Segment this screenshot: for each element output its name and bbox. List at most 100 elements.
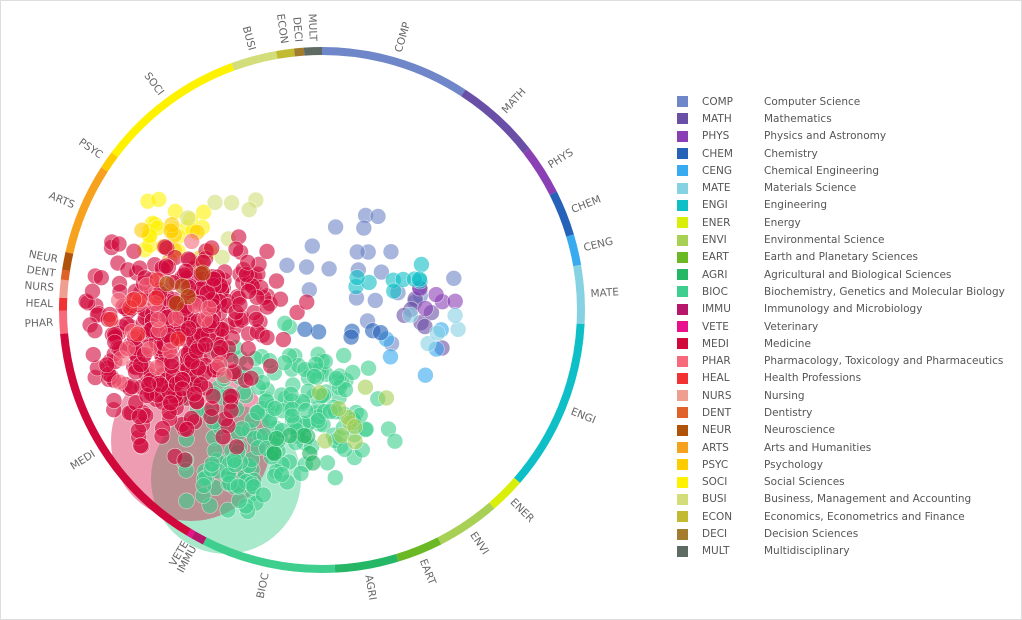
point-busi[interactable] — [240, 201, 258, 218]
point-bioc[interactable] — [195, 477, 212, 494]
point-medi[interactable] — [242, 369, 260, 387]
point-bioc[interactable] — [225, 452, 243, 469]
point-phar[interactable] — [183, 233, 200, 250]
point-phar[interactable] — [215, 367, 233, 385]
ring-segment-mate[interactable] — [573, 264, 585, 325]
point-medi[interactable] — [176, 451, 194, 469]
legend-item-mate[interactable]: MATE Materials Science — [677, 179, 1005, 196]
point-medi[interactable] — [239, 253, 256, 271]
point-bioc[interactable] — [319, 454, 336, 472]
point-phar[interactable] — [141, 341, 158, 358]
point-medi[interactable] — [162, 394, 179, 412]
point-comp[interactable] — [327, 218, 344, 236]
point-phys[interactable] — [417, 300, 434, 317]
ring-segment-engi[interactable] — [514, 323, 585, 484]
legend-item-dent[interactable]: DENT Dentistry — [677, 404, 1005, 421]
point-heal[interactable] — [169, 330, 187, 348]
point-medi[interactable] — [93, 269, 110, 287]
point-medi[interactable] — [204, 387, 222, 405]
point-neur[interactable] — [158, 275, 176, 293]
point-medi[interactable] — [85, 346, 102, 363]
point-medi[interactable] — [132, 437, 149, 454]
ring-segment-dent[interactable] — [60, 269, 71, 281]
point-medi[interactable] — [228, 438, 245, 456]
ring-segment-ceng[interactable] — [566, 234, 582, 267]
point-bioc[interactable] — [255, 486, 272, 504]
point-medi[interactable] — [177, 262, 195, 280]
point-bioc[interactable] — [266, 400, 284, 417]
point-comp[interactable] — [382, 243, 400, 260]
point-ceng[interactable] — [382, 348, 399, 366]
point-neur[interactable] — [194, 264, 212, 282]
ring-segment-comp[interactable] — [321, 47, 466, 97]
ring-segment-econ[interactable] — [276, 48, 295, 59]
point-comp[interactable] — [445, 269, 463, 287]
point-envi[interactable] — [316, 432, 334, 450]
point-medi[interactable] — [212, 339, 229, 356]
point-mate[interactable] — [449, 320, 467, 338]
point-bioc[interactable] — [386, 432, 404, 450]
point-bioc[interactable] — [231, 492, 248, 509]
point-ceng[interactable] — [417, 366, 434, 384]
point-agri[interactable] — [295, 427, 313, 444]
point-comp[interactable] — [303, 237, 321, 255]
ring-segment-envi[interactable] — [437, 502, 495, 545]
ring-segment-busi[interactable] — [231, 51, 278, 71]
point-phar[interactable] — [200, 299, 218, 317]
legend-item-immu[interactable]: IMMU Immunology and Microbiology — [677, 301, 1005, 318]
ring-segment-soci[interactable] — [111, 63, 235, 158]
point-medi[interactable] — [214, 428, 232, 446]
point-medi[interactable] — [130, 422, 147, 439]
legend-item-chem[interactable]: CHEM Chemistry — [677, 145, 1005, 162]
point-envi[interactable] — [357, 378, 374, 396]
point-medi[interactable] — [227, 240, 245, 258]
point-medi[interactable] — [221, 387, 239, 405]
point-comp[interactable] — [355, 219, 373, 237]
point-psyc[interactable] — [162, 222, 180, 240]
point-busi[interactable] — [223, 194, 240, 212]
point-phar[interactable] — [148, 359, 166, 376]
point-envi[interactable] — [311, 384, 328, 401]
point-bioc[interactable] — [276, 354, 293, 372]
point-medi[interactable] — [140, 376, 157, 393]
point-bioc[interactable] — [273, 466, 291, 483]
legend-item-vete[interactable]: VETE Veterinary — [677, 318, 1005, 335]
point-chem[interactable] — [310, 323, 327, 341]
legend-item-soci[interactable]: SOCI Social Sciences — [677, 474, 1005, 491]
point-medi[interactable] — [86, 322, 104, 340]
point-medi[interactable] — [222, 402, 240, 420]
point-heal[interactable] — [129, 325, 147, 343]
point-medi[interactable] — [248, 310, 265, 328]
point-chem[interactable] — [372, 324, 390, 342]
point-phys[interactable] — [427, 286, 445, 303]
point-chem[interactable] — [342, 328, 360, 346]
point-heal[interactable] — [125, 291, 143, 308]
legend-item-bioc[interactable]: BIOC Biochemistry, Genetics and Molecular… — [677, 283, 1005, 300]
legend-item-ener[interactable]: ENER Energy — [677, 214, 1005, 231]
point-medi[interactable] — [258, 243, 276, 260]
point-phar[interactable] — [111, 373, 128, 391]
point-bioc[interactable] — [360, 359, 377, 377]
point-bioc[interactable] — [283, 407, 301, 425]
legend-item-neur[interactable]: NEUR Neuroscience — [677, 422, 1005, 439]
ring-segment-phys[interactable] — [523, 148, 557, 196]
ring-segment-eart[interactable] — [396, 537, 442, 562]
point-engi[interactable] — [411, 270, 428, 288]
ring-segment-nurs[interactable] — [59, 279, 69, 299]
legend-item-envi[interactable]: ENVI Environmental Science — [677, 231, 1005, 248]
point-envi[interactable] — [330, 400, 348, 417]
point-bioc[interactable] — [335, 347, 353, 364]
legend-item-ceng[interactable]: CENG Chemical Engineering — [677, 162, 1005, 179]
point-bioc[interactable] — [203, 455, 221, 473]
point-bioc[interactable] — [344, 364, 362, 381]
point-psyc[interactable] — [133, 221, 151, 239]
legend-item-mult[interactable]: MULT Multidisciplinary — [677, 543, 1005, 560]
legend-item-medi[interactable]: MEDI Medicine — [677, 335, 1005, 352]
ring-segment-chem[interactable] — [549, 191, 574, 237]
point-medi[interactable] — [105, 392, 123, 409]
point-medi[interactable] — [258, 329, 276, 346]
point-bioc[interactable] — [276, 314, 294, 332]
point-envi[interactable] — [346, 418, 364, 435]
legend-item-eart[interactable]: EART Earth and Planetary Sciences — [677, 249, 1005, 266]
point-phys[interactable] — [446, 292, 464, 310]
